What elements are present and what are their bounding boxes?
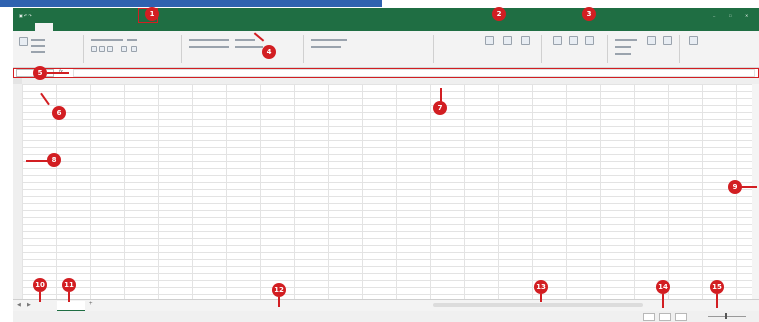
underline-icon[interactable]: [107, 46, 113, 52]
sort-filter-icon[interactable]: [647, 36, 656, 45]
borders-icon[interactable]: [121, 46, 127, 52]
callout-marker-3: 3: [582, 7, 596, 21]
title-bar: ▣ ↶ ↷ – □ ✕: [13, 8, 759, 23]
normal-view-icon[interactable]: [643, 313, 655, 321]
prev-sheet-icon[interactable]: ◀: [17, 302, 21, 308]
callout-marker-11: 11: [62, 278, 76, 292]
merge-center-button[interactable]: [235, 46, 263, 48]
callout-arrow: [278, 297, 280, 307]
callout-arrow: [39, 292, 41, 302]
callout-marker-5: 5: [33, 66, 47, 80]
zoom-slider[interactable]: [708, 316, 746, 317]
callout-marker-6: 6: [52, 106, 66, 120]
clear-button[interactable]: [615, 53, 631, 55]
font-size-select[interactable]: [127, 39, 137, 41]
close-icon[interactable]: ✕: [745, 13, 748, 18]
insert-cells-icon[interactable]: [553, 36, 562, 45]
tab-home[interactable]: [35, 23, 53, 31]
top-accent-strip: [0, 0, 382, 7]
callout-marker-1: 1: [145, 7, 159, 21]
cell-styles-icon[interactable]: [521, 36, 530, 45]
alignment-row[interactable]: [189, 39, 229, 41]
wrap-text-button[interactable]: [235, 39, 255, 41]
callout-marker-10: 10: [33, 278, 47, 292]
maximize-icon[interactable]: □: [729, 13, 731, 18]
autosum-button[interactable]: [615, 39, 637, 41]
paste-icon[interactable]: [19, 37, 28, 46]
callout-arrow: [440, 88, 442, 102]
format-as-table-icon[interactable]: [503, 36, 512, 45]
group-separator: [303, 35, 304, 63]
callout-marker-8: 8: [47, 153, 61, 167]
page-layout-icon[interactable]: [659, 313, 671, 321]
callout-marker-4: 4: [262, 45, 276, 59]
callout-marker-12: 12: [272, 283, 286, 297]
ribbon-tabs: [13, 23, 759, 31]
ribbon: [13, 31, 759, 68]
indent-row[interactable]: [189, 46, 229, 48]
font-name-select[interactable]: [91, 39, 123, 41]
callout-arrow: [47, 72, 69, 74]
zoom-thumb[interactable]: [725, 313, 727, 319]
callout-box-formula-bar: [13, 68, 759, 78]
minimize-icon[interactable]: –: [713, 13, 715, 18]
callout-marker-13: 13: [534, 280, 548, 294]
callout-arrow: [741, 186, 757, 188]
quick-access-toolbar[interactable]: ▣ ↶ ↷: [19, 13, 32, 18]
page-break-icon[interactable]: [675, 313, 687, 321]
status-bar: [13, 311, 759, 322]
worksheet-grid[interactable]: [22, 84, 759, 299]
callout-marker-7: 7: [433, 101, 447, 115]
add-sheet-icon[interactable]: +: [89, 301, 93, 307]
analyze-data-icon[interactable]: [689, 36, 698, 45]
group-separator: [679, 35, 680, 63]
group-separator: [607, 35, 608, 63]
fill-button[interactable]: [615, 46, 631, 48]
number-format-buttons[interactable]: [311, 46, 341, 48]
conditional-formatting-icon[interactable]: [485, 36, 494, 45]
callout-arrow: [68, 292, 70, 302]
group-separator: [541, 35, 542, 63]
format-cells-icon[interactable]: [585, 36, 594, 45]
cut-button[interactable]: [31, 39, 45, 41]
callout-marker-14: 14: [656, 280, 670, 294]
group-separator: [83, 35, 84, 63]
callout-marker-15: 15: [710, 280, 724, 294]
callout-marker-2: 2: [492, 7, 506, 21]
callout-arrow: [662, 294, 664, 308]
bold-icon[interactable]: [91, 46, 97, 52]
callout-arrow: [540, 294, 542, 302]
horizontal-scrollbar[interactable]: [433, 303, 643, 307]
group-separator: [433, 35, 434, 63]
vertical-scrollbar[interactable]: [752, 84, 759, 299]
italic-icon[interactable]: [99, 46, 105, 52]
format-painter-button[interactable]: [31, 51, 45, 53]
callout-marker-9: 9: [728, 180, 742, 194]
group-separator: [181, 35, 182, 63]
find-select-icon[interactable]: [663, 36, 672, 45]
fill-color-icon[interactable]: [131, 46, 137, 52]
copy-button[interactable]: [31, 45, 45, 47]
callout-arrow: [26, 160, 48, 162]
number-format-select[interactable]: [311, 39, 347, 41]
delete-cells-icon[interactable]: [569, 36, 578, 45]
next-sheet-icon[interactable]: ▶: [27, 302, 31, 308]
callout-arrow: [716, 294, 718, 308]
